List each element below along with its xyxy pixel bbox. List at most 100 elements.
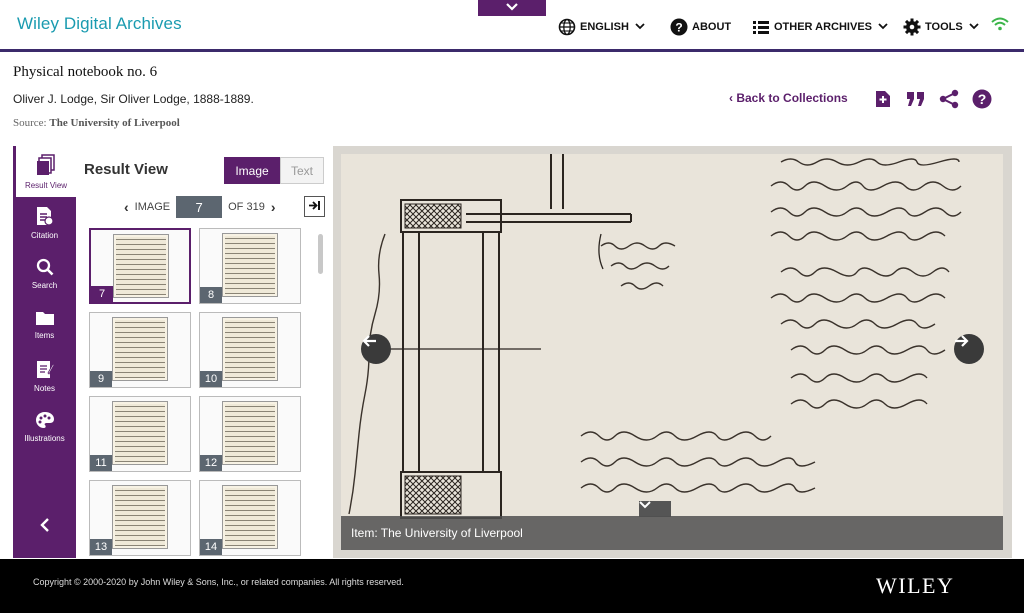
thumbnail-item[interactable]: 8 xyxy=(199,228,301,304)
thumbnail-item[interactable]: 10 xyxy=(199,312,301,388)
previous-page-button[interactable] xyxy=(361,334,391,364)
thumbnail-item[interactable]: 9 xyxy=(89,312,191,388)
result-view-panel: Result View Image Text ‹ IMAGE 7 OF 319 … xyxy=(76,146,332,558)
citation-icon xyxy=(36,206,54,228)
thumbnail-image xyxy=(222,317,278,381)
chevron-down-icon xyxy=(878,22,888,33)
document-author: Oliver J. Lodge, Sir Oliver Lodge, 1888-… xyxy=(13,92,254,106)
nav-language[interactable]: ENGLISH xyxy=(558,16,645,38)
pages-icon xyxy=(36,153,56,178)
thumbnail-image xyxy=(112,317,168,381)
thumbnail-image xyxy=(222,401,278,465)
source-label: Source: xyxy=(13,117,47,129)
document-actions: ? xyxy=(872,88,993,110)
sidebar-item-search[interactable]: Search xyxy=(13,248,76,299)
chevron-down-icon xyxy=(635,22,645,33)
previous-image-button[interactable]: ‹ xyxy=(124,199,129,215)
top-header: Wiley Digital Archives ENGLISH ? ABOUT O… xyxy=(0,0,1024,52)
document-image-viewer: Item: The University of Liverpool xyxy=(333,146,1012,558)
thumbnail-number: 8 xyxy=(200,287,222,303)
thumbnail-image xyxy=(113,234,169,298)
thumbnail-scrollbar[interactable] xyxy=(318,234,323,274)
thumbnail-number: 11 xyxy=(90,455,112,471)
image-number-input[interactable]: 7 xyxy=(176,196,223,218)
nav-other-archives[interactable]: OTHER ARCHIVES xyxy=(752,16,888,38)
gear-icon xyxy=(903,18,921,36)
globe-icon xyxy=(558,18,576,36)
quote-icon[interactable] xyxy=(905,88,927,110)
thumbnail-item[interactable]: 12 xyxy=(199,396,301,472)
help-icon[interactable]: ? xyxy=(971,88,993,110)
thumbnail-item[interactable]: 7 xyxy=(89,228,191,304)
sidebar-item-label: Search xyxy=(31,280,58,290)
sidebar-item-label: Illustrations xyxy=(24,433,65,443)
notes-icon xyxy=(36,359,54,381)
jump-to-end-button[interactable] xyxy=(304,196,325,217)
thumbnail-image xyxy=(112,485,168,549)
svg-text:?: ? xyxy=(978,91,987,107)
thumbnail-number: 9 xyxy=(90,371,112,387)
nav-about[interactable]: ? ABOUT xyxy=(670,16,731,38)
thumbnail-number: 7 xyxy=(91,286,113,302)
palette-icon xyxy=(35,411,55,431)
notebook-page-image[interactable] xyxy=(341,154,1003,550)
next-page-button[interactable] xyxy=(954,334,984,364)
thumbnail-grid: 7 8 9 10 11 12 13 14 xyxy=(89,228,305,558)
pager-prefix: IMAGE xyxy=(134,201,171,213)
view-toggle: Image Text xyxy=(224,157,324,184)
sidebar-item-label: Result View xyxy=(24,180,68,190)
back-to-collections-link[interactable]: ‹ Back to Collections xyxy=(729,91,848,105)
nav-about-label: ABOUT xyxy=(692,21,732,33)
result-view-title: Result View xyxy=(84,161,168,178)
nav-tools[interactable]: TOOLS xyxy=(903,16,979,38)
add-document-icon[interactable] xyxy=(872,88,894,110)
thumbnail-item[interactable]: 13 xyxy=(89,480,191,556)
document-source: Source: The University of Liverpool xyxy=(13,117,180,129)
sidebar-item-illustrations[interactable]: Illustrations xyxy=(13,401,76,452)
folder-icon xyxy=(35,310,55,328)
svg-text:?: ? xyxy=(675,21,682,35)
share-icon[interactable] xyxy=(938,88,960,110)
chevron-left-icon: ‹ xyxy=(729,91,733,105)
sidebar-item-result-view[interactable]: Result View xyxy=(13,146,76,197)
sidebar-item-label: Items xyxy=(34,330,55,340)
thumbnail-item[interactable]: 11 xyxy=(89,396,191,472)
chevron-down-icon xyxy=(969,22,979,33)
text-toggle-button[interactable]: Text xyxy=(280,157,324,184)
nav-other-archives-label: OTHER ARCHIVES xyxy=(774,21,872,33)
thumbnail-number: 14 xyxy=(200,539,222,555)
sidebar-item-notes[interactable]: Notes xyxy=(13,350,76,401)
back-link-label: Back to Collections xyxy=(736,91,848,105)
caption-toggle-button[interactable] xyxy=(639,501,671,517)
list-icon xyxy=(752,18,770,36)
image-toggle-button[interactable]: Image xyxy=(224,157,280,184)
nav-tools-label: TOOLS xyxy=(925,21,963,33)
jump-end-icon xyxy=(308,200,321,214)
header-drop-tab[interactable] xyxy=(478,0,546,16)
wifi-icon xyxy=(990,16,1010,37)
document-title: Physical notebook no. 6 xyxy=(13,64,158,80)
thumbnail-number: 13 xyxy=(90,539,112,555)
next-image-button[interactable]: › xyxy=(271,199,276,215)
thumbnail-image xyxy=(112,401,168,465)
page-footer: Copyright © 2000-2020 by John Wiley & So… xyxy=(0,559,1024,613)
thumbnail-image xyxy=(222,233,278,297)
help-circle-icon: ? xyxy=(670,18,688,36)
thumbnail-image xyxy=(222,485,278,549)
sidebar-item-citation[interactable]: Citation xyxy=(13,197,76,248)
sidebar-item-label: Notes xyxy=(34,383,55,393)
source-value: The University of Liverpool xyxy=(49,117,180,129)
thumbnail-number: 10 xyxy=(200,371,222,387)
chevron-left-icon xyxy=(39,517,50,537)
sidebar-collapse-button[interactable] xyxy=(13,512,76,542)
brand-logo[interactable]: Wiley Digital Archives xyxy=(17,14,182,34)
copyright-text: Copyright © 2000-2020 by John Wiley & So… xyxy=(33,577,404,587)
search-icon xyxy=(36,258,54,278)
sidebar-item-label: Citation xyxy=(30,230,59,240)
pager-total: OF 319 xyxy=(228,201,265,213)
left-toolbar: Result View Citation Search Items Notes … xyxy=(13,146,76,558)
image-pager: ‹ IMAGE 7 OF 319 › xyxy=(124,196,275,218)
wiley-logo[interactable]: WILEY xyxy=(876,573,954,599)
thumbnail-item[interactable]: 14 xyxy=(199,480,301,556)
sidebar-item-items[interactable]: Items xyxy=(13,299,76,350)
